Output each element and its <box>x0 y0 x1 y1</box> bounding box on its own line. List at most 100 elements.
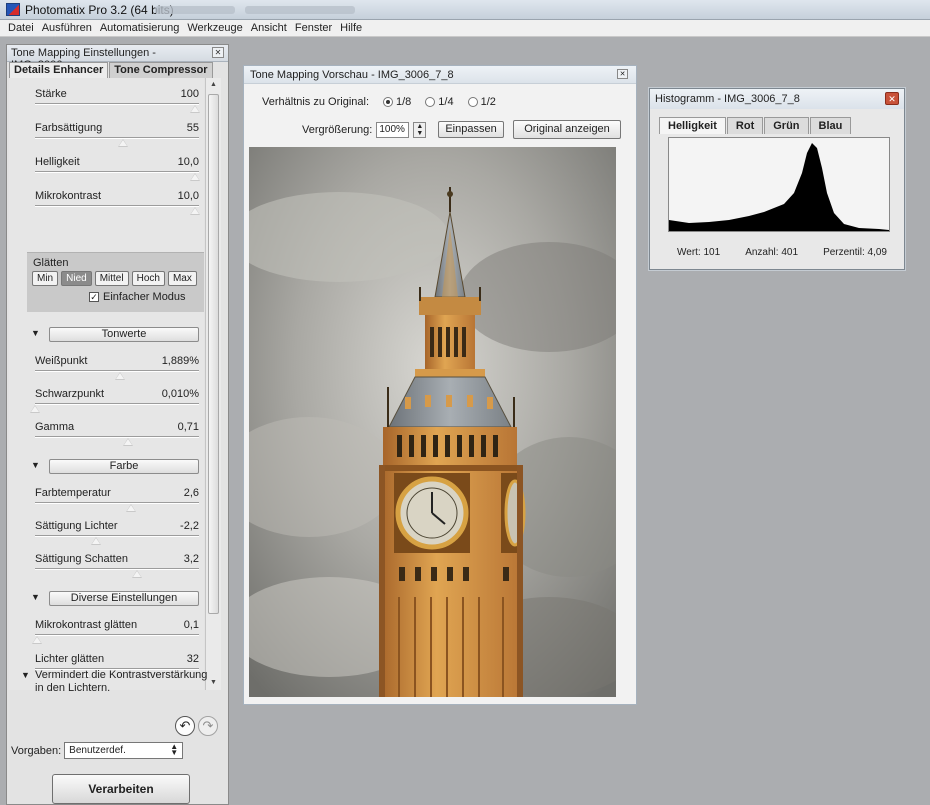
zoom-input[interactable]: 100% <box>376 121 410 138</box>
fit-button[interactable]: Einpassen <box>438 121 504 138</box>
slider-value: 3,2 <box>183 553 199 565</box>
slider-label: Farbtemperatur <box>35 487 111 499</box>
preview-window: Tone Mapping Vorschau - IMG_3006_7_8 ✕ V… <box>243 65 637 705</box>
slider-label: Sättigung Schatten <box>35 553 128 565</box>
slider-handle-icon[interactable] <box>190 105 200 113</box>
diverse-section-button[interactable]: Diverse Einstellungen <box>49 591 199 606</box>
slider-handle-icon[interactable] <box>190 173 200 181</box>
presets-label: Vorgaben: <box>11 744 62 757</box>
process-button[interactable]: Verarbeiten <box>52 774 190 804</box>
slider-track[interactable] <box>35 436 199 438</box>
slider-value: 0,71 <box>177 421 199 433</box>
slider-label: Weißpunkt <box>35 355 88 367</box>
tab-gruen[interactable]: Grün <box>764 117 809 134</box>
slider-row: Schwarzpunkt 0,010% <box>9 388 204 418</box>
menu-ausfuehren[interactable]: Ausführen <box>38 20 96 36</box>
presets-value: Benutzerdef. <box>69 745 126 756</box>
menu-werkzeuge[interactable]: Werkzeuge <box>183 20 246 36</box>
slider-handle-icon[interactable] <box>126 504 136 512</box>
redo-icon[interactable]: ↷ <box>198 716 218 736</box>
collapse-triangle-icon[interactable]: ▼ <box>31 592 40 602</box>
slider-value: 32 <box>186 653 199 665</box>
panel-titlebar: Tone Mapping Einstellungen - IMG_3006_..… <box>7 45 228 71</box>
slider-row: Sättigung Lichter -2,2 <box>9 520 204 550</box>
slider-label: Stärke <box>35 88 67 100</box>
slider-value: 100 <box>180 88 199 100</box>
menu-automatisierung[interactable]: Automatisierung <box>96 20 184 36</box>
slider-handle-icon[interactable] <box>122 438 133 446</box>
stat-count: Anzahl: 401 <box>745 247 799 258</box>
collapse-triangle-icon[interactable]: ▼ <box>21 669 30 682</box>
scrollbar-thumb[interactable] <box>208 94 219 614</box>
slider-label: Mikrokontrast glätten <box>35 619 138 631</box>
slider-row: Farbsättigung 55 <box>9 122 204 152</box>
app-title: Photomatix Pro 3.2 (64 bits) <box>25 3 174 17</box>
slider-track[interactable] <box>35 103 199 105</box>
slider-track[interactable] <box>35 535 199 537</box>
slider-handle-icon[interactable] <box>30 405 40 413</box>
smoothing-group: Glätten Min Nied Mittel Hoch Max ✓ Einfa… <box>27 252 204 312</box>
slider-track[interactable] <box>35 171 199 173</box>
slider-label: Sättigung Lichter <box>35 520 118 532</box>
section-diverse: ▼ Diverse Einstellungen <box>9 589 204 609</box>
smooth-min-button[interactable]: Min <box>32 271 59 286</box>
histogram-title: Histogramm - IMG_3006_7_8 <box>655 93 800 105</box>
slider-label: Schwarzpunkt <box>35 388 105 400</box>
undo-icon[interactable]: ↶ <box>175 716 195 736</box>
close-icon[interactable]: ✕ <box>212 47 224 58</box>
tab-details-enhancer[interactable]: Details Enhancer <box>9 62 109 78</box>
slider-handle-icon[interactable] <box>31 636 42 644</box>
slider-handle-icon[interactable] <box>90 537 101 545</box>
slider-track[interactable] <box>35 137 199 139</box>
smooth-mittel-button[interactable]: Mittel <box>94 271 129 286</box>
ratio-option-label: 1/4 <box>438 96 454 108</box>
slider-row: Gamma 0,71 <box>9 421 204 451</box>
menu-hilfe[interactable]: Hilfe <box>336 20 366 36</box>
slider-handle-icon[interactable] <box>114 372 125 380</box>
smooth-max-button[interactable]: Max <box>167 271 197 286</box>
show-original-button[interactable]: Original anzeigen <box>513 120 621 139</box>
menu-datei[interactable]: Datei <box>4 20 38 36</box>
presets-select[interactable]: Benutzerdef. ▲ ▼ <box>64 742 184 759</box>
ratio-radio-1-8[interactable] <box>383 97 393 107</box>
simple-mode-checkbox[interactable]: ✓ <box>89 292 99 302</box>
ratio-radio-1-4[interactable] <box>425 97 436 107</box>
zoom-row: Vergrößerung: 100% ▲ ▼ Einpassen <box>302 121 504 138</box>
farbe-section-button[interactable]: Farbe <box>49 459 199 474</box>
ratio-radio-1-2[interactable] <box>467 97 478 107</box>
close-icon[interactable]: ✕ <box>617 69 628 79</box>
close-icon[interactable]: ✕ <box>885 92 899 105</box>
collapse-triangle-icon[interactable]: ▼ <box>31 460 40 470</box>
menu-ansicht[interactable]: Ansicht <box>247 20 291 36</box>
preview-title: Tone Mapping Vorschau - IMG_3006_7_8 <box>250 69 454 81</box>
arrow-up-icon[interactable]: ▲ <box>206 78 221 92</box>
smooth-nied-button[interactable]: Nied <box>61 271 92 286</box>
smooth-hoch-button[interactable]: Hoch <box>131 271 165 286</box>
slider-handle-icon[interactable] <box>118 139 128 147</box>
slider-handle-icon[interactable] <box>190 207 200 215</box>
spinner-icon[interactable]: ▲ ▼ <box>413 121 427 138</box>
big-ben-photo <box>249 147 616 697</box>
slider-handle-icon[interactable] <box>132 570 143 578</box>
tab-helligkeit[interactable]: Helligkeit <box>659 117 726 134</box>
preview-image[interactable] <box>249 147 616 697</box>
preview-titlebar: Tone Mapping Vorschau - IMG_3006_7_8 ✕ <box>244 66 636 84</box>
menu-fenster[interactable]: Fenster <box>291 20 336 36</box>
slider-track[interactable] <box>35 634 199 636</box>
slider-value: 10,0 <box>177 156 199 168</box>
histogram-titlebar: Histogramm - IMG_3006_7_8 ✕ <box>650 89 904 109</box>
settings-scrollbar[interactable]: ▲ ▼ <box>205 78 221 690</box>
tab-rot[interactable]: Rot <box>726 117 764 134</box>
blurred-window-title <box>245 6 355 14</box>
tab-blau[interactable]: Blau <box>809 117 852 134</box>
tonwerte-section-button[interactable]: Tonwerte <box>49 327 199 342</box>
collapse-triangle-icon[interactable]: ▼ <box>31 328 40 338</box>
slider-label: Farbsättigung <box>35 122 103 134</box>
slider-track[interactable] <box>35 568 199 570</box>
slider-track[interactable] <box>35 205 199 207</box>
histogram-curve <box>669 143 889 231</box>
tab-tone-compressor[interactable]: Tone Compressor <box>109 62 213 78</box>
slider-track[interactable] <box>35 502 199 504</box>
ratio-row: Verhältnis zu Original: 1/8 1/4 1/2 <box>262 96 496 108</box>
slider-track[interactable] <box>35 403 199 405</box>
